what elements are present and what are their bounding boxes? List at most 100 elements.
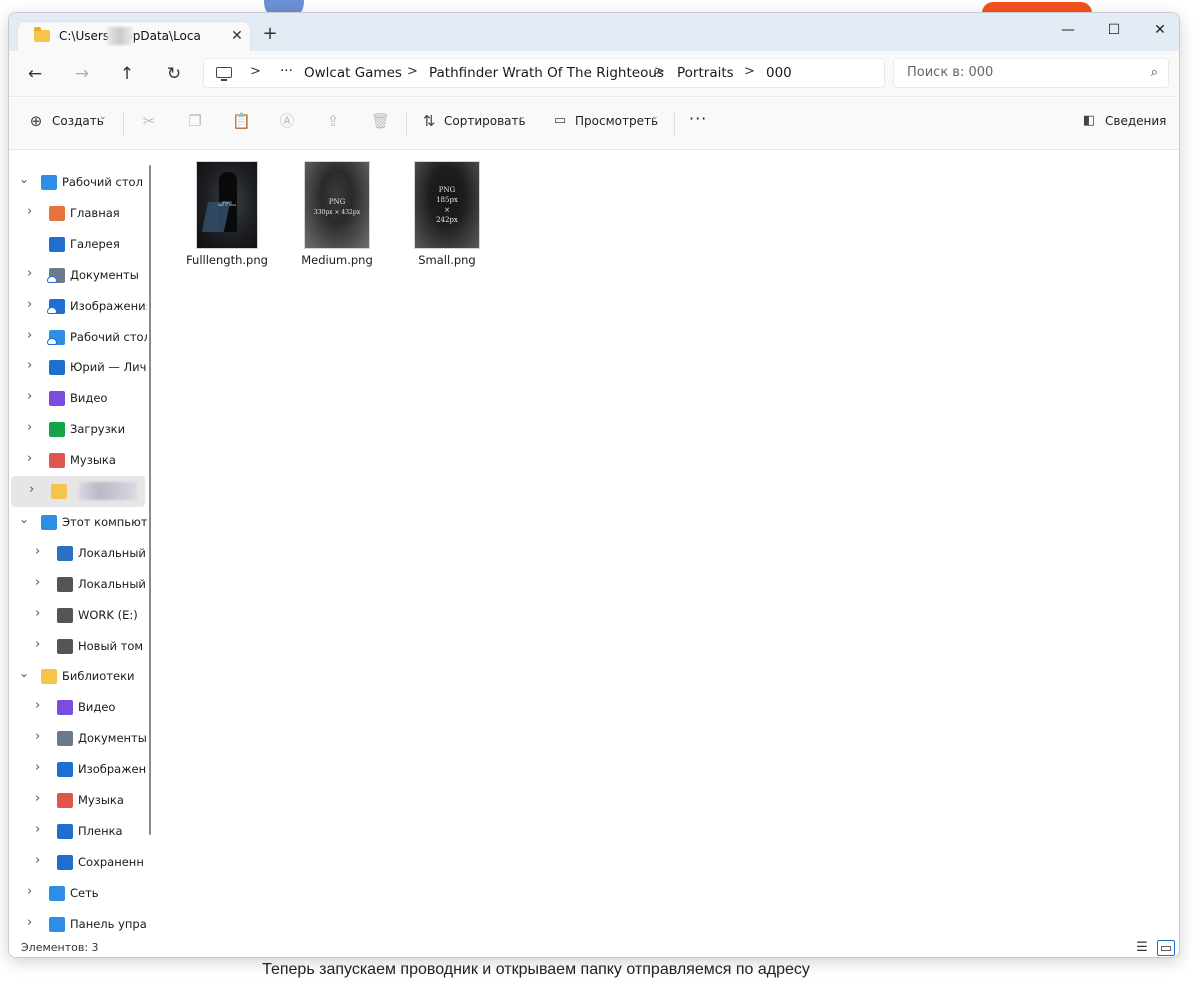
sidebar-item[interactable]: › Новый том ( [9, 631, 149, 662]
navigation-pane: ⌄ Рабочий стол › Главная Галерея › Документы › И… [9, 151, 153, 937]
cut-icon[interactable]: ✂ [140, 112, 158, 130]
chevron-right-icon[interactable]: › [35, 822, 40, 837]
refresh-button[interactable]: ↻ [159, 60, 189, 88]
chevron-right-icon[interactable]: › [27, 451, 32, 466]
sidebar-item[interactable]: › Документы [9, 723, 149, 754]
chevron-right-icon[interactable]: › [35, 729, 40, 744]
chevron-right-icon[interactable]: › [35, 698, 40, 713]
up-button[interactable]: ↑ [112, 60, 142, 88]
create-icon[interactable]: ⊕ [27, 112, 45, 130]
chevron-right-icon[interactable]: › [27, 266, 32, 281]
chevron-right-icon[interactable]: › [35, 637, 40, 652]
rename-icon[interactable]: Ⓐ [278, 112, 296, 130]
breadcrumb-separator[interactable]: > [654, 64, 665, 79]
sidebar-item[interactable]: › Видео [9, 383, 149, 414]
chevron-right-icon[interactable]: › [27, 297, 32, 312]
sidebar-item[interactable]: › WORK (E:) [9, 600, 149, 631]
breadcrumb-portraits[interactable]: Portraits [677, 65, 734, 81]
new-tab-button[interactable]: + [261, 25, 279, 43]
sidebar-item[interactable]: › Видео [9, 692, 149, 723]
file-item[interactable]: PNG 330px × 432px Medium.png [292, 157, 382, 277]
sidebar-item[interactable]: › Изображения [9, 291, 149, 322]
breadcrumb-pathfinder[interactable]: Pathfinder Wrath Of The Righteous [429, 65, 664, 81]
tab-close-icon[interactable]: ✕ [228, 27, 246, 45]
chevron-right-icon[interactable]: › [35, 760, 40, 775]
breadcrumb-separator[interactable]: > [744, 64, 755, 79]
minimize-button[interactable]: — [1045, 15, 1091, 45]
chevron-right-icon[interactable]: › [35, 606, 40, 621]
close-button[interactable]: ✕ [1137, 15, 1179, 45]
details-button[interactable]: Сведения [1105, 114, 1166, 128]
chevron-right-icon[interactable]: › [35, 853, 40, 868]
sidebar-item[interactable]: › Документы [9, 260, 149, 291]
chevron-right-icon[interactable]: › [27, 389, 32, 404]
chevron-right-icon[interactable]: › [35, 575, 40, 590]
chevron-right-icon[interactable]: › [35, 791, 40, 806]
sidebar-item[interactable]: › Музыка [9, 445, 149, 476]
breadcrumb-separator[interactable]: > [407, 64, 418, 79]
sidebar-item[interactable]: › Локальный д [9, 538, 149, 569]
sidebar-item[interactable]: › Сеть [9, 878, 149, 909]
sidebar-item[interactable]: › Музыка [9, 785, 149, 816]
file-name: Small.png [418, 253, 476, 267]
details-view-icon[interactable]: ☰ [1133, 940, 1151, 956]
details-pane-icon[interactable]: ◧ [1080, 112, 1098, 130]
chevron-right-icon[interactable]: › [29, 482, 34, 497]
chevron-down-icon[interactable]: ⌄ [99, 112, 107, 122]
chevron-right-icon[interactable]: › [27, 420, 32, 435]
chevron-down-icon[interactable]: ⌄ [651, 112, 659, 122]
chevron-down-icon[interactable]: ⌄ [518, 112, 526, 122]
chevron-right-icon[interactable]: › [27, 204, 32, 219]
sidebar-item[interactable]: › Изображени [9, 754, 149, 785]
sidebar-item[interactable]: › Сохраненн [9, 847, 149, 878]
chevron-right-icon[interactable]: › [27, 915, 32, 930]
chevron-right-icon[interactable]: › [35, 544, 40, 559]
sidebar-item[interactable]: › Загрузки [9, 414, 149, 445]
sidebar-item[interactable]: Галерея [9, 229, 149, 260]
chevron-down-icon[interactable]: ⌄ [19, 666, 29, 680]
more-options-button[interactable]: ··· [689, 109, 707, 128]
sort-icon[interactable]: ⇅ [420, 112, 438, 130]
tab-current[interactable]: C:\Users\ AppData\Loca ✕ [17, 21, 251, 51]
chevron-right-icon[interactable]: › [27, 884, 32, 899]
search-box[interactable]: Поиск в: 000 ⌕ [893, 58, 1169, 88]
sidebar-item[interactable]: › Локальный д [9, 569, 149, 600]
view-icon[interactable]: ▭ [551, 112, 569, 130]
sidebar-item[interactable]: › Юрий — Личн [9, 352, 149, 383]
sidebar-item[interactable]: › Главная [9, 198, 149, 229]
copy-icon[interactable]: ❐ [186, 112, 204, 130]
file-item[interactable]: PNG 692 × 1024 Fulllength.png [182, 157, 272, 277]
sidebar-item-label: Библиотеки [62, 669, 135, 684]
sidebar-scrollbar[interactable] [149, 165, 151, 835]
view-button[interactable]: Просмотреть [575, 114, 658, 128]
search-input[interactable]: Поиск в: 000 [907, 65, 993, 80]
this-pc-icon[interactable] [216, 67, 232, 81]
chevron-right-icon[interactable]: › [27, 358, 32, 373]
forward-button[interactable]: → [67, 60, 97, 88]
delete-icon[interactable]: 🗑 [371, 112, 390, 130]
chevron-down-icon[interactable]: ⌄ [19, 512, 29, 526]
sidebar-item[interactable]: ⌄ Рабочий стол [9, 167, 149, 198]
sidebar-item[interactable]: › Пленка [9, 816, 149, 847]
breadcrumb-overflow[interactable]: ··· [280, 63, 293, 79]
sidebar-item[interactable]: › [11, 476, 145, 507]
sort-button[interactable]: Сортировать [444, 114, 526, 128]
chevron-right-icon[interactable]: › [27, 328, 32, 343]
address-bar[interactable]: > ··· Owlcat Games > Pathfinder Wrath Of… [203, 58, 885, 88]
share-icon[interactable]: ⇪ [324, 112, 342, 130]
sidebar-item[interactable]: ⌄ Этот компьют [9, 507, 149, 538]
breadcrumb-owlcat-games[interactable]: Owlcat Games [304, 65, 402, 81]
paste-icon[interactable]: 📋 [232, 112, 251, 130]
maximize-button[interactable]: ☐ [1091, 15, 1137, 45]
breadcrumb-separator[interactable]: > [250, 64, 261, 79]
create-button[interactable]: Создать [52, 114, 104, 128]
file-item[interactable]: PNG 185px × 242px Small.png [402, 157, 492, 277]
chevron-down-icon[interactable]: ⌄ [19, 172, 29, 186]
breadcrumb-000[interactable]: 000 [766, 65, 792, 81]
network-icon [49, 885, 65, 901]
sidebar-item[interactable]: › Рабочий стол [9, 322, 149, 353]
sidebar-item[interactable]: › Панель управ [9, 909, 149, 940]
large-icons-view-icon[interactable]: ▭ [1157, 940, 1175, 956]
sidebar-item[interactable]: ⌄ Библиотеки [9, 661, 149, 692]
back-button[interactable]: ← [20, 60, 50, 88]
